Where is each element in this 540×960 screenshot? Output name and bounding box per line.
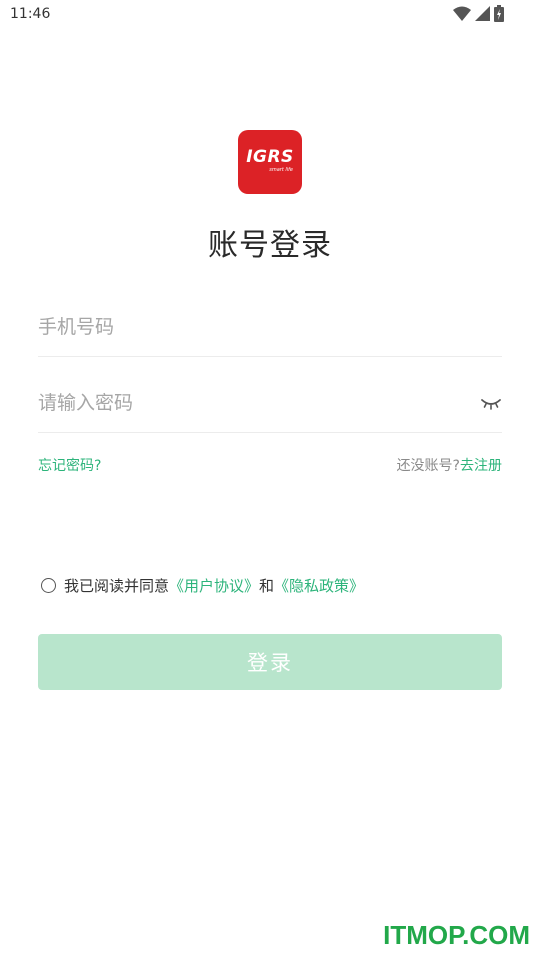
no-account-text: 还没账号?	[396, 458, 460, 474]
agreement-prefix: 我已阅读并同意	[64, 577, 170, 595]
register-link[interactable]: 去注册	[460, 458, 502, 474]
register-row: 还没账号?去注册	[397, 455, 502, 475]
app-logo: IGRS smart life	[238, 130, 302, 194]
logo-text: IGRS	[246, 147, 294, 167]
agreement-checkbox[interactable]	[41, 578, 56, 593]
password-field	[38, 376, 502, 433]
watermark: ITMOP.COM	[383, 920, 530, 950]
phone-input[interactable]	[38, 312, 468, 342]
password-input[interactable]	[38, 388, 468, 418]
login-button[interactable]: 登录	[38, 634, 502, 690]
login-screen: 11:46 IGRS smart life 账号登录 手机号码 忘记密码? 还没…	[0, 0, 540, 960]
agreement-row: 我已阅读并同意 《用户协议》 和 《隐私政策》	[41, 575, 364, 596]
phone-field	[38, 300, 502, 357]
status-time: 11:46	[10, 6, 51, 22]
forgot-password-link[interactable]: 忘记密码?	[38, 455, 101, 475]
logo-subtext: smart life	[269, 167, 293, 173]
status-bar: 11:46	[0, 0, 540, 30]
status-icons	[453, 5, 504, 22]
user-agreement-link[interactable]: 《用户协议》	[169, 575, 259, 596]
battery-charging-icon	[494, 5, 504, 22]
privacy-policy-link[interactable]: 《隐私政策》	[274, 575, 364, 596]
page-title: 账号登录	[208, 228, 332, 263]
eye-closed-icon[interactable]	[480, 396, 502, 410]
wifi-icon	[453, 6, 471, 21]
cellular-signal-icon	[475, 6, 490, 21]
agreement-conjunction: 和	[259, 577, 275, 595]
